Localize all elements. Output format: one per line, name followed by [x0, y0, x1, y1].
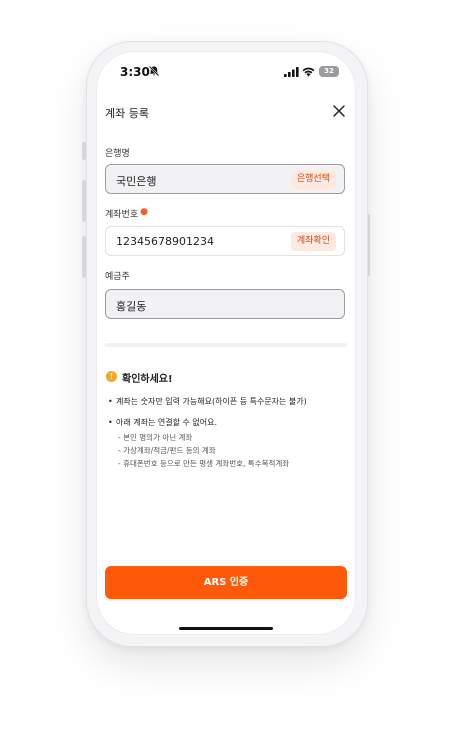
- account-label: 계좌번호 ●: [105, 207, 148, 220]
- signal-icon: [284, 67, 299, 77]
- account-number-value: 12345678901234: [116, 235, 214, 248]
- bell-muted-icon: [148, 65, 160, 77]
- phone-screen: 3:30 32 계좌 등록 은행명 국민은행 은행선택 계좌번호 ● 12345…: [96, 51, 356, 635]
- notice-bullet: • 계좌는 숫자만 입력 가능해요(하이픈 등 특수문자는 불가): [108, 396, 307, 407]
- status-bar: 3:30 32: [96, 51, 356, 91]
- wifi-icon: [302, 67, 315, 77]
- account-number-field[interactable]: 12345678901234 계좌확인: [105, 226, 345, 256]
- ars-auth-button[interactable]: ARS 인증: [105, 566, 347, 599]
- account-holder-field: 홍길동: [105, 289, 345, 319]
- notice-bullet-text: 계좌는 숫자만 입력 가능해요(하이픈 등 특수문자는 불가): [116, 397, 307, 406]
- battery-indicator: 32: [319, 66, 339, 77]
- page-title: 계좌 등록: [105, 107, 149, 120]
- required-marker: ●: [140, 207, 148, 217]
- bullet-dot: •: [108, 397, 113, 406]
- bank-field[interactable]: 국민은행 은행선택: [105, 164, 345, 194]
- section-divider: [105, 343, 347, 347]
- bullet-dot: •: [108, 418, 113, 427]
- notice-bullet: • 아래 계좌는 연결할 수 없어요.: [108, 417, 217, 428]
- home-indicator: [179, 627, 273, 630]
- bank-value: 국민은행: [116, 175, 157, 188]
- notice-sub-item: - 휴대폰번호 등으로 만든 평생 계좌번호, 특수목적계좌: [118, 459, 290, 468]
- holder-label: 예금주: [105, 272, 130, 282]
- notice-sub-item: - 본인 명의가 아닌 계좌: [118, 433, 193, 442]
- close-icon[interactable]: [332, 104, 346, 118]
- notice-bullet-text: 아래 계좌는 연결할 수 없어요.: [116, 418, 218, 427]
- verify-account-button[interactable]: 계좌확인: [290, 232, 336, 251]
- select-bank-button[interactable]: 은행선택: [290, 170, 336, 189]
- status-time: 3:30: [120, 65, 150, 79]
- account-label-text: 계좌번호: [105, 210, 139, 220]
- bank-label: 은행명: [105, 149, 130, 159]
- notice-title: 확인하세요!: [122, 374, 173, 385]
- account-holder-value: 홍길동: [116, 300, 147, 313]
- stage: 3:30 32 계좌 등록 은행명 국민은행 은행선택 계좌번호 ● 12345…: [0, 0, 452, 744]
- notice-sub-item: - 가상계좌/적금/펀드 등의 계좌: [118, 446, 216, 455]
- info-icon: !: [106, 371, 117, 382]
